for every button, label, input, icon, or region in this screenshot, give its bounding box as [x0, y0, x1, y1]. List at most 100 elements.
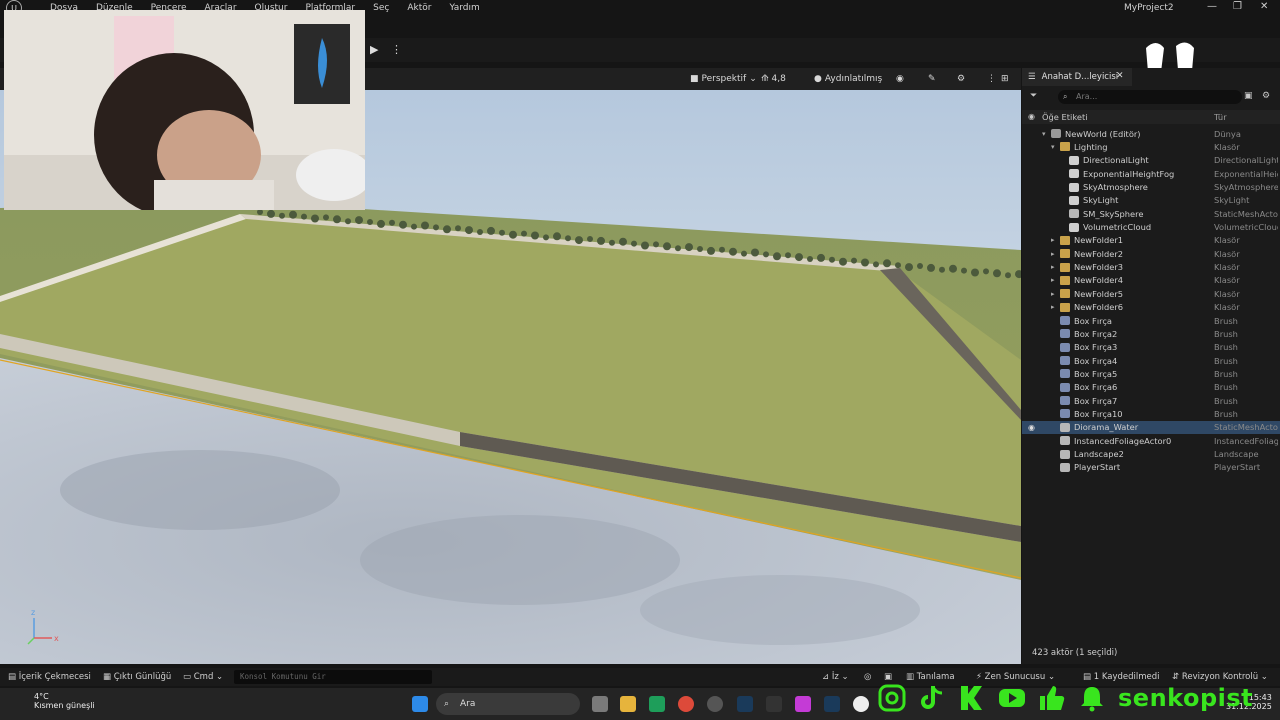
- perspective-dropdown[interactable]: ■ Perspektif ⌄: [690, 72, 757, 86]
- outliner-row[interactable]: DirectionalLight DirectionalLight: [1022, 154, 1280, 167]
- tree: [839, 257, 847, 266]
- start-icon[interactable]: [412, 696, 428, 712]
- outliner-row[interactable]: SkyAtmosphere SkyAtmosphere: [1022, 180, 1280, 193]
- outliner-row[interactable]: ◉ Diorama_Water StaticMeshActor: [1022, 420, 1280, 434]
- more-options-icon[interactable]: ⋮: [391, 43, 402, 56]
- mesh-icon: [1060, 422, 1070, 432]
- expand-arrow-icon[interactable]: ▸: [1051, 276, 1055, 284]
- outliner-row[interactable]: ▾ Lighting Klasör: [1022, 140, 1280, 153]
- outliner-row[interactable]: Box Fırça7 Brush: [1022, 394, 1280, 407]
- camera-speed-dropdown[interactable]: ⟰ 4,8: [761, 72, 786, 86]
- expand-arrow-icon[interactable]: ▸: [1051, 263, 1055, 271]
- perspective-label: Perspektif: [701, 74, 747, 84]
- outliner-row[interactable]: Box Fırça5 Brush: [1022, 367, 1280, 380]
- visibility-eye-icon[interactable]: ◉: [1028, 423, 1035, 432]
- weather-widget[interactable]: 4°C Kısmen güneşli: [12, 692, 95, 710]
- outliner-row[interactable]: Box Fırça4 Brush: [1022, 354, 1280, 367]
- tiktok-icon: [921, 686, 943, 709]
- menu-select[interactable]: Seç: [373, 3, 389, 13]
- outliner-settings-icon[interactable]: ⚙: [1262, 91, 1270, 101]
- column-type[interactable]: Tür: [1214, 112, 1227, 122]
- console-input[interactable]: Konsol Komutunu Gir: [234, 670, 432, 684]
- tree: [983, 268, 989, 275]
- trace-dropdown[interactable]: ⊿ İz ⌄: [822, 672, 849, 682]
- show-flags-button[interactable]: ◉: [896, 72, 904, 86]
- chrome-icon[interactable]: [678, 696, 694, 712]
- flag-icon: [1060, 462, 1070, 472]
- view-mode-label: Aydınlatılmış: [824, 74, 883, 84]
- snap-button[interactable]: ✎: [928, 72, 936, 86]
- outliner-row[interactable]: ExponentialHeightFog ExponentialHeig: [1022, 167, 1280, 180]
- taskbar-search[interactable]: ⌕ Ara: [436, 693, 580, 715]
- world-icon: [1051, 129, 1061, 139]
- file-explorer-icon[interactable]: [620, 696, 636, 712]
- output-log-button[interactable]: ▦ Çıktı Günlüğü: [103, 672, 171, 682]
- play-icon[interactable]: ▶: [370, 43, 384, 57]
- github-icon[interactable]: [707, 696, 723, 712]
- webcam-overlay: [4, 10, 365, 210]
- cmd-dropdown[interactable]: ▭ Cmd ⌄: [183, 672, 223, 682]
- outliner-row[interactable]: Box Fırça2 Brush: [1022, 327, 1280, 340]
- temperature: 4°C: [34, 692, 49, 701]
- maximize-button[interactable]: ❐: [1233, 1, 1242, 12]
- social-overlay: senkopist: [878, 680, 1253, 716]
- tree: [795, 253, 803, 262]
- close-tab-icon[interactable]: ✕: [1116, 71, 1124, 81]
- outliner-panel: ☰ Anahat D...leyicisi ✕ ⏷ ⌕ Ara... ▣ ⚙ ◉…: [1022, 68, 1280, 664]
- tree: [389, 219, 395, 226]
- task-view-icon[interactable]: [592, 696, 608, 712]
- minimize-button[interactable]: —: [1207, 1, 1217, 12]
- outliner-row[interactable]: ▸ NewFolder4 Klasör: [1022, 274, 1280, 287]
- outliner-row[interactable]: PlayerStart PlayerStart: [1022, 461, 1280, 474]
- outliner-search-input[interactable]: ⌕ Ara...: [1058, 90, 1242, 104]
- row-type: Brush: [1214, 342, 1238, 353]
- outliner-row[interactable]: ▸ NewFolder6 Klasör: [1022, 301, 1280, 314]
- expand-arrow-icon[interactable]: ▸: [1051, 290, 1055, 298]
- axis-x-label: x: [54, 634, 59, 643]
- outliner-row[interactable]: Box Fırça6 Brush: [1022, 381, 1280, 394]
- expand-arrow-icon[interactable]: ▾: [1051, 143, 1055, 151]
- tree: [609, 239, 615, 246]
- outliner-row[interactable]: VolumetricCloud VolumetricCloud: [1022, 220, 1280, 233]
- menu-help[interactable]: Yardım: [449, 3, 479, 13]
- expand-arrow-icon[interactable]: ▸: [1051, 303, 1055, 311]
- content-drawer-button[interactable]: ▤ İçerik Çekmecesi: [8, 672, 91, 682]
- menu-actor[interactable]: Aktör: [407, 3, 431, 13]
- outliner-row[interactable]: Box Fırça10 Brush: [1022, 407, 1280, 420]
- like-icon: [1040, 686, 1065, 710]
- expand-arrow-icon[interactable]: ▸: [1051, 236, 1055, 244]
- record-icon[interactable]: ◎: [864, 672, 871, 682]
- outliner-row[interactable]: ▸ NewFolder3 Klasör: [1022, 261, 1280, 274]
- view-mode-dropdown[interactable]: ● Aydınlatılmış: [814, 72, 882, 86]
- unreal-taskbar-icon[interactable]: [853, 696, 869, 712]
- steam-icon[interactable]: [737, 696, 753, 712]
- outliner-row[interactable]: ▾ NewWorld (Editör) Dünya: [1022, 127, 1280, 140]
- outliner-row[interactable]: SkyLight SkyLight: [1022, 194, 1280, 207]
- row-type: SkyAtmosphere: [1214, 182, 1278, 193]
- add-folder-icon[interactable]: ▣: [1244, 91, 1253, 101]
- expand-arrow-icon[interactable]: ▾: [1042, 130, 1046, 138]
- column-label[interactable]: Öğe Etiketi: [1042, 112, 1088, 122]
- filter-icon[interactable]: ⏷: [1030, 91, 1037, 101]
- expand-arrow-icon[interactable]: ▸: [1051, 250, 1055, 258]
- viewport-options-button[interactable]: ⋮: [987, 72, 996, 86]
- tree: [411, 223, 417, 230]
- outliner-row[interactable]: Box Fırça Brush: [1022, 314, 1280, 327]
- app-icon[interactable]: [795, 696, 811, 712]
- settings-button[interactable]: ⚙: [957, 72, 965, 86]
- outliner-row[interactable]: Box Fırça3 Brush: [1022, 341, 1280, 354]
- epic-icon[interactable]: [766, 696, 782, 712]
- store-icon[interactable]: [649, 696, 665, 712]
- row-name: Box Fırça7: [1074, 395, 1118, 406]
- steam-second-icon[interactable]: [824, 696, 840, 712]
- close-window-button[interactable]: ✕: [1260, 1, 1268, 12]
- brush-icon: [1060, 382, 1070, 392]
- outliner-row[interactable]: ▸ NewFolder5 Klasör: [1022, 287, 1280, 300]
- outliner-row[interactable]: ▸ NewFolder1 Klasör: [1022, 234, 1280, 247]
- outliner-row[interactable]: ▸ NewFolder2 Klasör: [1022, 247, 1280, 260]
- outliner-row[interactable]: Landscape2 Landscape: [1022, 447, 1280, 460]
- layout-button[interactable]: ⊞: [1001, 72, 1009, 86]
- outliner-row[interactable]: SM_SkySphere StaticMeshActor: [1022, 207, 1280, 220]
- outliner-row[interactable]: InstancedFoliageActor0 InstancedFoliage: [1022, 434, 1280, 447]
- row-name: DirectionalLight: [1083, 155, 1149, 166]
